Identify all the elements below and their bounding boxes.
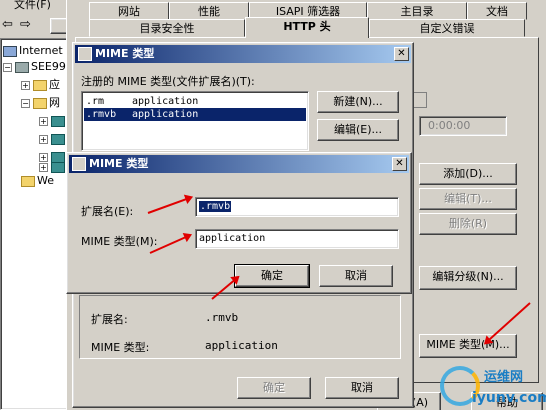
tree-item-internet[interactable]: Internet	[3, 43, 63, 59]
back-arrow-icon[interactable]: ⇦	[2, 17, 13, 32]
menu-file[interactable]: 文件(F)	[14, 0, 51, 12]
expand-icon[interactable]: +	[39, 116, 48, 126]
extension-value: .rmvb	[199, 201, 232, 212]
mime-dialog-titlebar: MIME 类型 ✕	[75, 45, 411, 63]
tab-http-headers[interactable]: HTTP 头	[245, 17, 369, 38]
extension-input[interactable]: .rmvb	[195, 197, 399, 217]
add-header-button[interactable]: 添加(D)...	[419, 163, 517, 185]
tab-performance[interactable]: 性能	[169, 2, 249, 20]
globe-icon	[51, 133, 65, 145]
app-icon	[72, 157, 86, 171]
tab-directory-security[interactable]: 目录安全性	[89, 19, 245, 37]
new-mime-button[interactable]: 新建(N)...	[317, 91, 399, 113]
tree-pane: Internet − SEE99 + 应 − 网 + + + + We	[0, 38, 70, 410]
detail-type-value: application	[205, 339, 278, 352]
tree-item-site-1[interactable]: +	[39, 113, 67, 129]
globe-icon	[51, 161, 65, 173]
detail-ext-value: .rmvb	[205, 311, 239, 324]
mime-list[interactable]: .rm application .rmvb application	[81, 91, 309, 151]
edit-ok-button[interactable]: 确定	[234, 264, 310, 288]
edit-mime-button[interactable]: 编辑(E)...	[317, 119, 399, 141]
tree-item-websites[interactable]: − 网	[21, 95, 60, 111]
edit-cancel-button[interactable]: 取消	[319, 265, 393, 287]
expire-time-field[interactable]: 0:00:00	[419, 116, 507, 136]
forward-arrow-icon[interactable]: ⇨	[20, 17, 31, 32]
edit-ratings-button[interactable]: 编辑分级(N)...	[419, 266, 517, 290]
expand-icon[interactable]: +	[21, 80, 30, 90]
tab-documents[interactable]: 文档	[467, 2, 527, 20]
close-icon[interactable]: ✕	[394, 47, 409, 61]
tree-item-site-2[interactable]: +	[39, 131, 67, 147]
tree-item-server[interactable]: − SEE99	[3, 59, 66, 75]
app-icon	[78, 47, 92, 61]
collapse-icon[interactable]: −	[21, 98, 30, 108]
registered-types-label: 注册的 MIME 类型(文件扩展名)(T):	[81, 75, 255, 88]
mime-type-label: MIME 类型(M):	[81, 235, 158, 248]
list-item[interactable]: .rm application	[84, 95, 306, 108]
folder-icon	[33, 97, 47, 109]
mime-type-input[interactable]: application	[195, 229, 399, 249]
expand-icon[interactable]: +	[39, 162, 48, 172]
tree-item-apppools[interactable]: + 应	[21, 77, 60, 93]
mime-ok-button[interactable]: 确定	[237, 377, 311, 399]
expire-time-value: 0:00:00	[428, 119, 471, 132]
folder-icon	[21, 175, 35, 187]
folder-icon	[33, 79, 47, 91]
edit-dialog-titlebar: MIME 类型 ✕	[69, 155, 409, 173]
edit-header-button[interactable]: 编辑(T)...	[419, 188, 517, 210]
tab-website[interactable]: 网站	[89, 2, 169, 20]
watermark-site-url: iyunv.com	[472, 390, 546, 406]
computer-icon	[3, 45, 17, 57]
mime-cancel-button[interactable]: 取消	[325, 377, 399, 399]
tab-custom-errors[interactable]: 自定义错误	[369, 19, 525, 37]
collapse-icon[interactable]: −	[3, 62, 12, 72]
tab-home-directory[interactable]: 主目录	[367, 2, 467, 20]
list-item-selected[interactable]: .rmvb application	[84, 108, 306, 121]
detail-type-label: MIME 类型:	[91, 341, 150, 354]
detail-ext-label: 扩展名:	[91, 313, 128, 326]
delete-header-button[interactable]: 删除(R)	[419, 213, 517, 235]
expand-icon[interactable]: +	[39, 134, 48, 144]
tree-item-web-ext[interactable]: We	[21, 173, 54, 189]
extension-label: 扩展名(E):	[81, 205, 134, 218]
watermark-site-cn: 运维网	[484, 370, 524, 385]
globe-icon	[51, 115, 65, 127]
edit-mime-dialog: MIME 类型 ✕ 扩展名(E): .rmvb MIME 类型(M): appl…	[66, 152, 412, 294]
close-icon[interactable]: ✕	[392, 157, 407, 171]
mime-types-button[interactable]: MIME 类型(M)...	[419, 334, 517, 358]
watermark: 运维网 iyunv.com	[438, 362, 546, 410]
server-icon	[15, 61, 29, 73]
